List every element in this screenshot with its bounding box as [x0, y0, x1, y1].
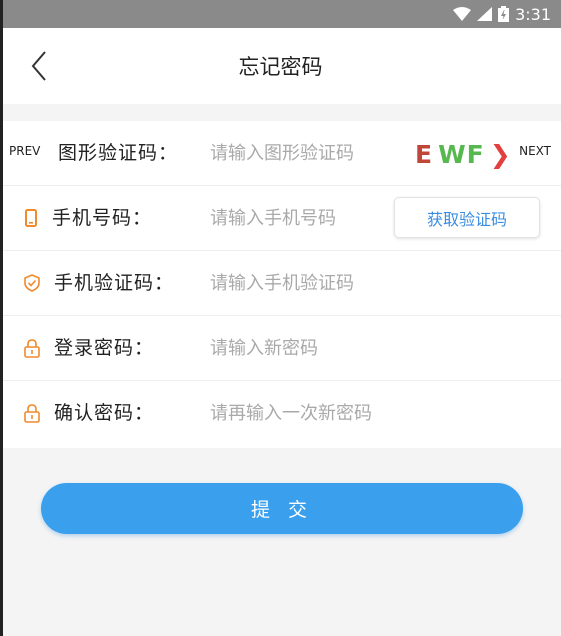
- lock-icon: [24, 338, 40, 358]
- phone-row: 手机号码： 获取验证码: [0, 186, 561, 251]
- captcha-char: E: [415, 139, 434, 169]
- status-icons: 3:31: [453, 0, 551, 28]
- captcha-row: PREV 图形验证码： E WF ❯ NEXT: [0, 121, 561, 186]
- status-bar: 3:31: [0, 0, 561, 28]
- chevron-left-icon: [31, 51, 46, 81]
- back-button[interactable]: [22, 48, 56, 84]
- prev-button[interactable]: PREV: [9, 121, 40, 186]
- captcha-label: 图形验证码：: [58, 142, 179, 164]
- confirm-password-row: 确认密码：: [0, 381, 561, 446]
- sms-code-label: 手机验证码：: [54, 272, 175, 294]
- lock-icon: [24, 403, 40, 423]
- phone-input[interactable]: [210, 198, 390, 238]
- login-password-row: 登录密码：: [0, 316, 561, 381]
- captcha-char: WF: [438, 139, 485, 169]
- phone-label: 手机号码：: [52, 207, 153, 229]
- header: 忘记密码: [0, 28, 561, 104]
- next-button[interactable]: NEXT: [519, 121, 551, 186]
- login-password-label: 登录密码：: [54, 337, 155, 359]
- confirm-password-input[interactable]: [210, 393, 410, 433]
- phone-icon: [23, 208, 39, 228]
- login-password-input[interactable]: [210, 328, 390, 368]
- submit-button[interactable]: 提 交: [41, 483, 523, 534]
- sms-code-row: 手机验证码：: [0, 251, 561, 316]
- status-time: 3:31: [515, 4, 551, 24]
- captcha-char: ❯: [489, 139, 512, 169]
- captcha-image[interactable]: E WF ❯: [415, 137, 511, 171]
- battery-icon: [498, 6, 510, 22]
- wifi-icon: [453, 7, 472, 21]
- reset-password-form: PREV 图形验证码： E WF ❯ NEXT 手机号码： 获取验证码 手机: [0, 121, 561, 448]
- page-title: 忘记密码: [238, 55, 323, 79]
- captcha-input[interactable]: [210, 133, 390, 173]
- confirm-password-label: 确认密码：: [54, 402, 155, 424]
- get-code-button[interactable]: 获取验证码: [394, 197, 540, 238]
- window-edge: [0, 0, 3, 636]
- shield-icon: [24, 273, 40, 293]
- signal-icon: [477, 7, 493, 21]
- sms-code-input[interactable]: [210, 263, 390, 303]
